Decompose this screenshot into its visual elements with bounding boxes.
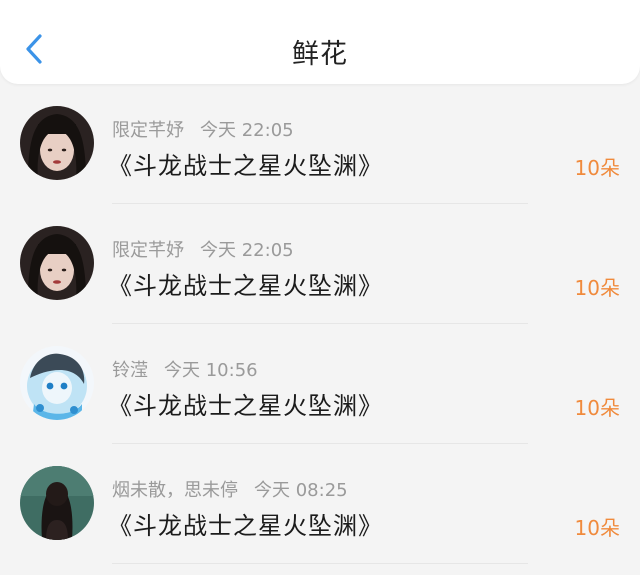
user-name: 限定芊妤 — [112, 120, 184, 141]
avatar[interactable] — [20, 346, 94, 420]
page-title: 鲜花 — [292, 39, 348, 70]
item-meta: 限定芊妤 今天 22:05 — [112, 116, 294, 142]
user-name: 铃滢 — [112, 360, 148, 381]
top-bar: 鲜花 — [0, 0, 640, 84]
item-meta: 铃滢 今天 10:56 — [112, 356, 258, 382]
user-name: 限定芊妤 — [112, 240, 184, 261]
avatar[interactable] — [20, 466, 94, 540]
book-title: 《斗龙战士之星火坠渊》 — [108, 272, 383, 300]
timestamp: 今天 10:56 — [164, 360, 258, 381]
list-item[interactable]: 铃滢 今天 10:56 《斗龙战士之星火坠渊》 10朵 — [0, 324, 640, 444]
avatar[interactable] — [20, 226, 94, 300]
item-meta: 烟未散，思未停 今天 08:25 — [112, 476, 348, 502]
book-title: 《斗龙战士之星火坠渊》 — [108, 392, 383, 420]
timestamp: 今天 08:25 — [254, 480, 348, 501]
flower-count: 10朵 — [574, 156, 620, 180]
list-item[interactable]: 限定芊妤 今天 22:05 《斗龙战士之星火坠渊》 10朵 — [0, 84, 640, 204]
flower-list: 限定芊妤 今天 22:05 《斗龙战士之星火坠渊》 10朵 限定芊妤 今天 22:0… — [0, 84, 640, 564]
book-title: 《斗龙战士之星火坠渊》 — [108, 512, 383, 540]
item-meta: 限定芊妤 今天 22:05 — [112, 236, 294, 262]
avatar[interactable] — [20, 106, 94, 180]
user-name: 烟未散，思未停 — [112, 480, 238, 501]
list-item[interactable]: 限定芊妤 今天 22:05 《斗龙战士之星火坠渊》 10朵 — [0, 204, 640, 324]
timestamp: 今天 22:05 — [200, 240, 294, 261]
flower-count: 10朵 — [574, 396, 620, 420]
book-title: 《斗龙战士之星火坠渊》 — [108, 152, 383, 180]
timestamp: 今天 22:05 — [200, 120, 294, 141]
list-item[interactable]: 烟未散，思未停 今天 08:25 《斗龙战士之星火坠渊》 10朵 — [0, 444, 640, 564]
divider — [112, 563, 528, 564]
flower-count: 10朵 — [574, 516, 620, 540]
flower-count: 10朵 — [574, 276, 620, 300]
